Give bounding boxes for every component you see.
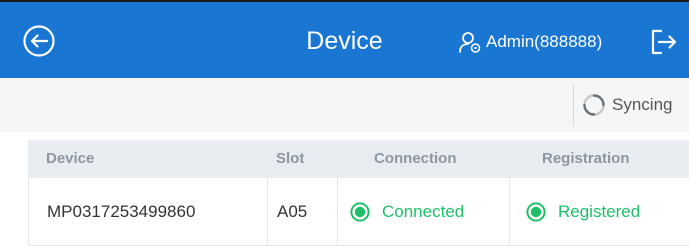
sync-label: Syncing	[612, 95, 673, 114]
registration-cell: Registered	[510, 178, 689, 246]
connection-status: Connected	[382, 202, 465, 221]
logout-icon	[651, 29, 677, 55]
registration-status: Registered	[558, 202, 641, 221]
slot-value: A05	[277, 202, 308, 221]
registered-status-icon	[526, 202, 546, 222]
user-menu[interactable]: Admin(888888)	[458, 28, 602, 56]
column-header-device: Device	[46, 150, 95, 167]
logout-button[interactable]	[648, 27, 678, 57]
slot-cell: A05	[268, 178, 338, 246]
toolbar: Syncing	[0, 78, 689, 132]
back-arrow-circle-icon	[23, 25, 55, 57]
user-label: Admin(888888)	[486, 32, 603, 51]
user-settings-icon	[459, 32, 481, 53]
device-cell: MP0317253499860	[28, 178, 268, 246]
back-button[interactable]	[22, 24, 56, 58]
column-header-connection: Connection	[374, 150, 457, 167]
toolbar-divider	[573, 84, 574, 126]
device-id: MP0317253499860	[47, 202, 196, 221]
column-header-registration: Registration	[542, 150, 630, 167]
column-header-slot: Slot	[276, 150, 305, 167]
connection-cell: Connected	[338, 178, 510, 246]
table-header: Device Slot Connection Registration	[28, 140, 689, 178]
table-row[interactable]: MP0317253499860 A05 Connected Registered	[28, 178, 689, 246]
app-header: Device Admin(888888)	[0, 2, 689, 78]
sync-button[interactable]: Syncing	[582, 90, 672, 120]
sync-spinner-icon	[583, 94, 605, 116]
connected-status-icon	[350, 202, 370, 222]
